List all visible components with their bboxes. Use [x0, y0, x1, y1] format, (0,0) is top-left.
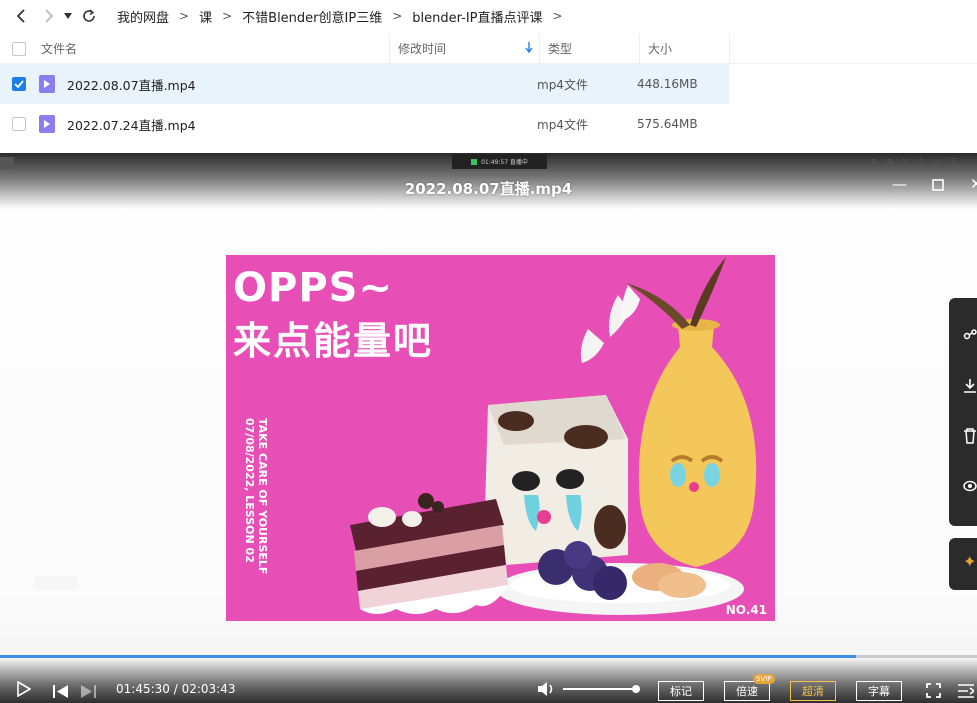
table-header: 文件名 修改时间 类型 大小: [0, 33, 977, 64]
table-row[interactable]: 2022.07.24直播.mp4 mp4文件 575.64MB: [0, 104, 977, 144]
share-icon[interactable]: [963, 328, 977, 347]
signal-icon: [471, 158, 478, 165]
forward-icon[interactable]: [37, 4, 61, 28]
speed-button[interactable]: 倍速: [724, 681, 770, 701]
watermark-label: [35, 576, 77, 590]
playlist-icon[interactable]: [958, 683, 976, 702]
refresh-icon[interactable]: [77, 4, 101, 28]
live-status-pill: 01:49:57 直播中: [452, 154, 547, 169]
row-checkbox[interactable]: [12, 77, 26, 91]
file-type: mp4文件: [537, 77, 588, 92]
nav-bar: 我的网盘 > 课 > 不错Blender创意IP三维 > blender-IP直…: [0, 0, 977, 32]
fullscreen-icon[interactable]: [926, 683, 941, 702]
time-separator: /: [169, 682, 182, 696]
quality-button[interactable]: 超清: [790, 681, 836, 701]
breadcrumb-separator: >: [552, 9, 563, 23]
close-icon[interactable]: ✕: [970, 175, 977, 193]
player-title: 2022.08.07直播.mp4: [404, 180, 573, 198]
maximize-icon[interactable]: [932, 177, 944, 195]
player-controls: 01:45:30 / 02:03:43 标记 倍速 SVIP 超清 字幕: [0, 658, 977, 703]
volume-slider[interactable]: [563, 685, 640, 693]
history-dropdown-icon[interactable]: [61, 4, 75, 28]
breadcrumb-separator: >: [179, 9, 190, 23]
video-player[interactable]: 01:49:57 直播中 ⊕ ⊖ ↻ ⇪ ▭ ☰ 2022.08.07直播.mp…: [0, 153, 977, 703]
video-file-icon: [39, 115, 55, 133]
sort-desc-icon: [525, 41, 533, 56]
live-status-text: 01:49:57 直播中: [481, 159, 528, 166]
breadcrumb-item[interactable]: blender-IP直播点评课: [410, 7, 544, 26]
back-icon[interactable]: [9, 4, 33, 28]
file-name[interactable]: 2022.07.24直播.mp4: [67, 115, 537, 134]
menu-icon[interactable]: ☰: [950, 157, 957, 166]
view-icon[interactable]: [963, 478, 977, 497]
ai-sparkle-icon[interactable]: ✦: [963, 552, 976, 571]
side-toolbar-secondary: ✦: [949, 538, 977, 590]
breadcrumb-item[interactable]: 不错Blender创意IP三维: [240, 7, 384, 26]
share-icon[interactable]: ⇪: [918, 157, 925, 166]
file-size: 575.64MB: [637, 117, 698, 131]
column-name-header[interactable]: 文件名: [30, 33, 390, 64]
video-frame: OPPS~ 来点能量吧 TAKE CARE OF YOURSELF 07/08/…: [226, 255, 775, 621]
top-mini-toolbar: ⊕ ⊖ ↻ ⇪ ▭ ☰: [870, 157, 957, 166]
file-name[interactable]: 2022.08.07直播.mp4: [67, 75, 537, 94]
file-table: 文件名 修改时间 类型 大小 2022.08.07直播.mp4 mp4文件 44…: [0, 33, 977, 144]
svip-badge: SVIP: [753, 674, 775, 684]
breadcrumb-separator: >: [222, 9, 233, 23]
pin-icon[interactable]: ▭: [933, 157, 941, 166]
breadcrumb: 我的网盘 > 课 > 不错Blender创意IP三维 > blender-IP直…: [115, 7, 571, 26]
file-type: mp4文件: [537, 117, 588, 132]
breadcrumb-item[interactable]: 课: [197, 7, 214, 26]
subtitle-button[interactable]: 字幕: [856, 681, 902, 701]
breadcrumb-separator: >: [392, 9, 403, 23]
volume-icon[interactable]: [537, 681, 557, 701]
previous-icon[interactable]: [53, 683, 69, 702]
time-current: 01:45:30: [116, 682, 170, 696]
minimize-icon[interactable]: —: [892, 175, 907, 193]
breadcrumb-item[interactable]: 我的网盘: [115, 7, 171, 26]
column-modified-label: 修改时间: [398, 42, 447, 56]
mark-button[interactable]: 标记: [658, 681, 704, 701]
next-icon[interactable]: [80, 683, 96, 702]
video-file-icon: [39, 75, 55, 93]
table-row[interactable]: 2022.08.07直播.mp4 mp4文件 448.16MB: [0, 64, 977, 104]
side-toolbar: [949, 298, 977, 526]
delete-icon[interactable]: [963, 428, 977, 448]
column-modified-header[interactable]: 修改时间: [390, 33, 540, 64]
app-window: 我的网盘 > 课 > 不错Blender创意IP三维 > blender-IP直…: [0, 0, 977, 703]
poster-illustration: [350, 257, 757, 615]
time-display: 01:45:30 / 02:03:43: [116, 682, 235, 696]
column-type-header[interactable]: 类型: [540, 33, 640, 64]
zoom-out-icon[interactable]: ⊖: [886, 157, 893, 166]
select-all-checkbox[interactable]: [12, 41, 26, 56]
column-size-header[interactable]: 大小: [640, 33, 730, 64]
time-total: 02:03:43: [181, 682, 236, 696]
thumbnail-icon: [0, 157, 14, 169]
file-size: 448.16MB: [637, 77, 698, 91]
play-icon[interactable]: [17, 680, 32, 701]
download-icon[interactable]: [963, 378, 977, 398]
rotate-icon[interactable]: ↻: [902, 157, 909, 166]
volume-knob[interactable]: [631, 685, 640, 693]
row-checkbox[interactable]: [12, 117, 26, 131]
zoom-in-icon[interactable]: ⊕: [870, 157, 877, 166]
